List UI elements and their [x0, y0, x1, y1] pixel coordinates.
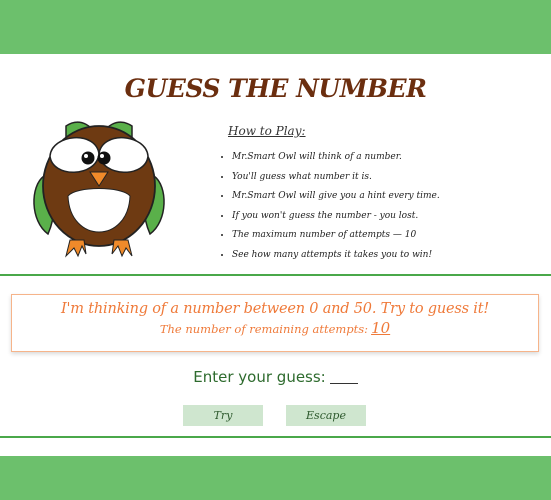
rule-item: See how many attempts it takes you to wi…: [232, 246, 440, 266]
rule-item: The maximum number of attempts — 10: [232, 226, 440, 246]
bottom-band: [0, 456, 551, 500]
remaining-attempts: The number of remaining attempts: 10: [12, 319, 538, 337]
escape-button[interactable]: Escape: [286, 405, 366, 426]
rule-item: Mr.Smart Owl will give you a hint every …: [232, 187, 440, 207]
how-to-play-heading: How to Play:: [228, 124, 306, 138]
divider: [0, 274, 551, 276]
rule-item: If you won't guess the number - you lost…: [232, 207, 440, 227]
guess-label: Enter your guess:: [193, 368, 326, 386]
rule-item: You'll guess what number it is.: [232, 168, 440, 188]
message-box: I'm thinking of a number between 0 and 5…: [11, 294, 539, 352]
rule-item: Mr.Smart Owl will think of a number.: [232, 148, 440, 168]
divider: [0, 436, 551, 438]
owl-icon: [33, 121, 165, 258]
try-button[interactable]: Try: [183, 405, 263, 426]
top-band: [0, 0, 551, 54]
guess-prompt: Enter your guess:: [0, 368, 551, 386]
remaining-attempts-count: 10: [371, 319, 391, 337]
remaining-attempts-label: The number of remaining attempts:: [159, 322, 369, 336]
hint-message: I'm thinking of a number between 0 and 5…: [60, 301, 489, 317]
guess-input[interactable]: [329, 369, 358, 384]
rules-list: Mr.Smart Owl will think of a number. You…: [216, 148, 440, 266]
page-title: GUESS THE NUMBER: [124, 74, 427, 103]
